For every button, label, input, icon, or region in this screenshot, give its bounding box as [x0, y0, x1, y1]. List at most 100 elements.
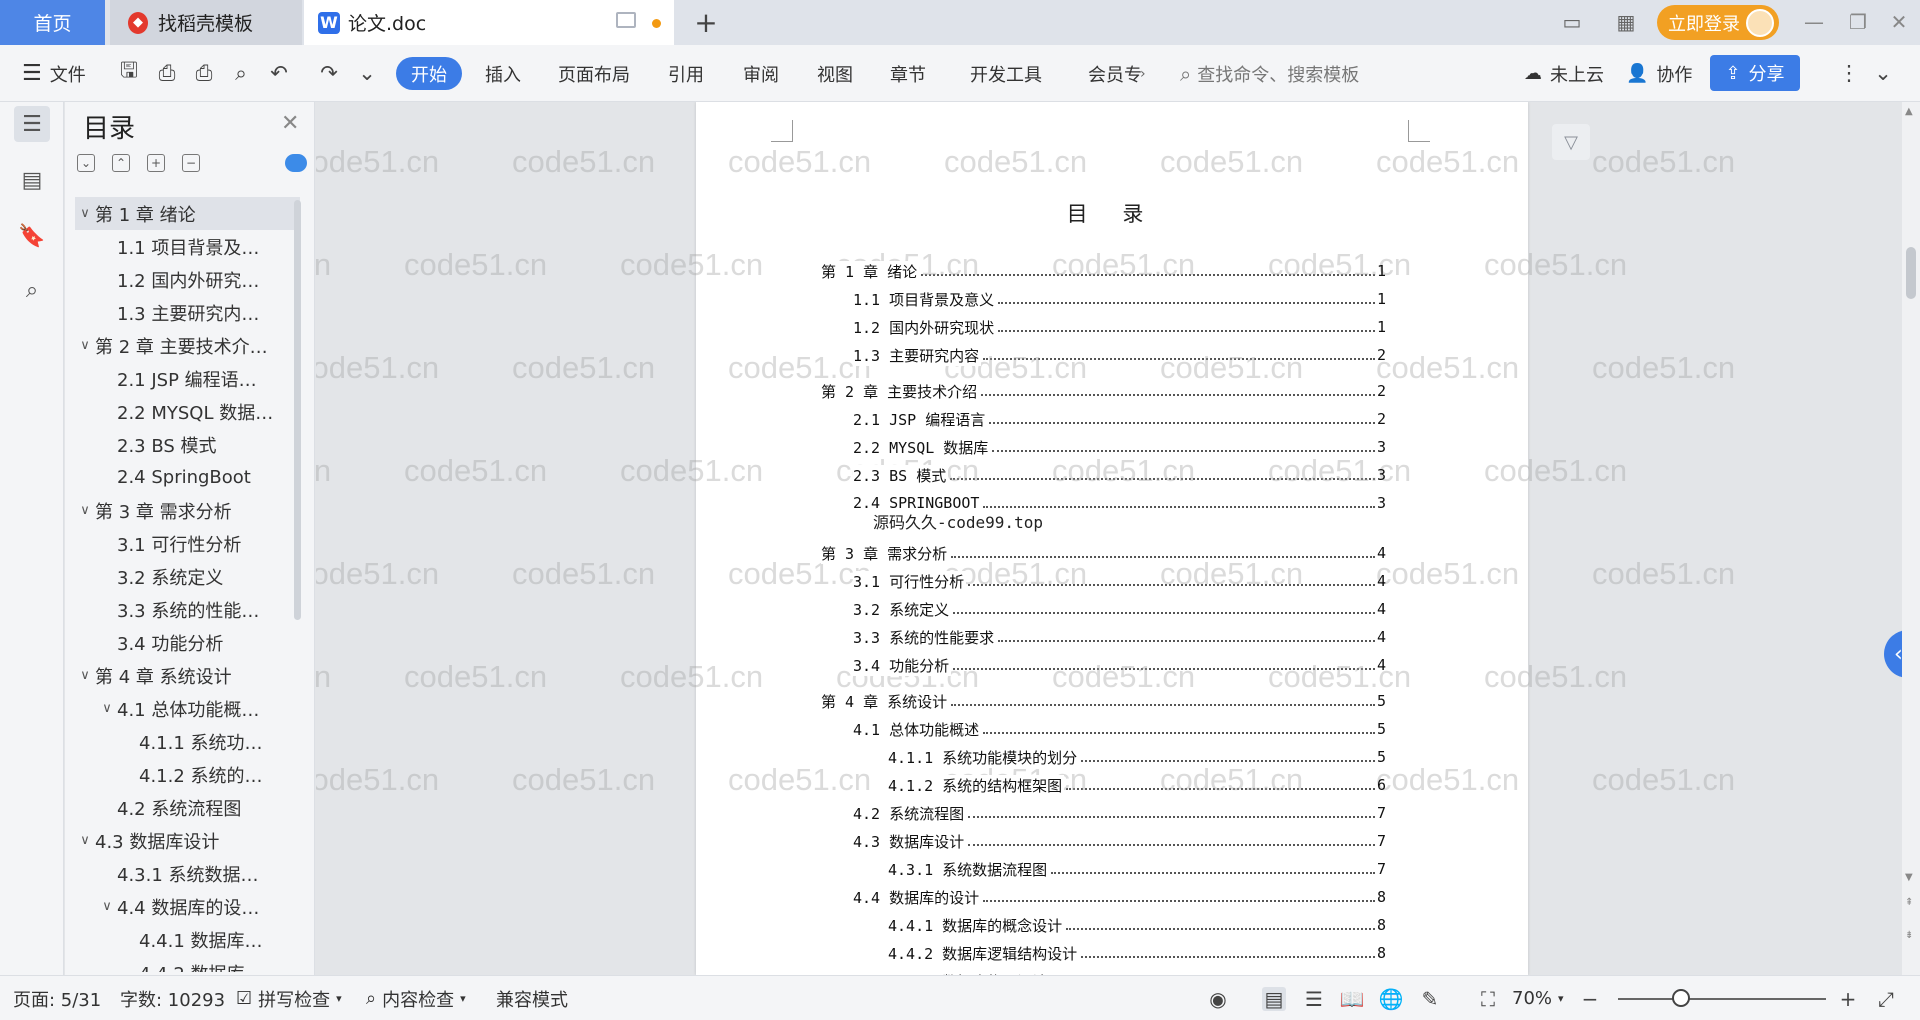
- prev-page-icon[interactable]: ⇞: [1905, 897, 1913, 908]
- toc-panel-item[interactable]: ∨ 4.3 数据库设计: [75, 824, 300, 857]
- chevron-down-icon[interactable]: ∨: [97, 701, 117, 716]
- chevron-down-icon[interactable]: ∨: [75, 338, 95, 353]
- expand-all-icon[interactable]: ⌄: [77, 154, 95, 172]
- apps-grid-icon[interactable]: ▦: [1614, 10, 1638, 34]
- tab-member[interactable]: 会员专: [1088, 45, 1142, 102]
- undo-icon[interactable]: ↶: [266, 60, 292, 86]
- toc-entry[interactable]: 4.3 数据库设计 7: [821, 827, 1386, 855]
- export-pdf-icon[interactable]: ⎙: [154, 60, 180, 86]
- tabs-more-icon[interactable]: ›: [1140, 45, 1146, 102]
- toc-panel-item[interactable]: 4.2 系统流程图: [75, 791, 300, 824]
- new-tab-button[interactable]: +: [690, 0, 722, 45]
- toc-panel-item[interactable]: 2.1 JSP 编程语…: [75, 362, 300, 395]
- fit-page-icon[interactable]: ⛶: [1476, 987, 1500, 1011]
- zoom-level[interactable]: 70% ▾: [1512, 976, 1564, 1020]
- tab-developer[interactable]: 开发工具: [970, 45, 1042, 102]
- restore-icon[interactable]: ❐: [1843, 7, 1873, 37]
- chevron-down-icon[interactable]: ∨: [75, 668, 95, 683]
- toc-entry[interactable]: 3.3 系统的性能要求 4: [821, 623, 1386, 651]
- vertical-scrollbar[interactable]: ▲ ▼ ⇞ ⇟: [1902, 102, 1920, 975]
- toc-entry[interactable]: 第 3 章 需求分析 4: [821, 539, 1386, 567]
- next-page-icon[interactable]: ⇟: [1905, 930, 1913, 941]
- toc-entry[interactable]: 4.4 数据库的设计 8: [821, 883, 1386, 911]
- web-view-icon[interactable]: 🌐: [1379, 987, 1404, 1011]
- toc-entry[interactable]: 1.3 主要研究内容 2: [821, 341, 1386, 369]
- collapse-all-icon[interactable]: ⌃: [112, 154, 130, 172]
- toc-panel-item[interactable]: 2.4 SpringBoot: [75, 461, 300, 494]
- toc-entry[interactable]: 第 1 章 绪论 1: [821, 257, 1386, 285]
- toc-panel-item[interactable]: ∨ 第 3 章 需求分析: [75, 494, 300, 527]
- toc-entry[interactable]: 3.2 系统定义 4: [821, 595, 1386, 623]
- page-indicator[interactable]: 页面: 5/31: [13, 976, 101, 1020]
- toc-entry[interactable]: 第 4 章 系统设计 5: [821, 687, 1386, 715]
- content-check-button[interactable]: ⌕ 内容检查 ▾: [366, 976, 466, 1020]
- save-icon[interactable]: 🖫: [116, 58, 142, 86]
- command-search-input[interactable]: ⌕ 查找命令、搜索模板: [1180, 45, 1359, 102]
- tab-view[interactable]: 视图: [817, 45, 853, 102]
- toc-panel-item[interactable]: 1.2 国内外研究…: [75, 263, 300, 296]
- toc-panel-item[interactable]: 1.3 主要研究内…: [75, 296, 300, 329]
- tab-home[interactable]: 首页: [0, 0, 105, 45]
- toc-panel-item[interactable]: 2.2 MYSQL 数据…: [75, 395, 300, 428]
- toc-entry[interactable]: 2.3 BS 模式 3: [821, 461, 1386, 489]
- page-view-icon[interactable]: ▤: [1262, 987, 1286, 1011]
- more-options-icon[interactable]: ⋮: [1836, 60, 1862, 86]
- toc-panel-item[interactable]: ∨ 4.1 总体功能概…: [75, 692, 300, 725]
- toc-entry[interactable]: 4.1 总体功能概述 5: [821, 715, 1386, 743]
- tab-start[interactable]: 开始: [396, 57, 462, 90]
- chapter-nav-icon[interactable]: ▤: [14, 162, 50, 198]
- toc-panel-item[interactable]: 4.1.1 系统功…: [75, 725, 300, 758]
- outline-icon[interactable]: ☰: [14, 106, 50, 142]
- quick-access-dropdown-icon[interactable]: ⌄: [354, 60, 380, 86]
- toc-entry[interactable]: 4.4.1 数据库的概念设计 8: [821, 911, 1386, 939]
- print-preview-icon[interactable]: ⌕: [228, 60, 254, 86]
- toc-entry[interactable]: 3.4 功能分析 4: [821, 651, 1386, 679]
- eye-protect-icon[interactable]: ◉: [1206, 987, 1230, 1011]
- toc-panel-item[interactable]: ∨ 第 4 章 系统设计: [75, 659, 300, 692]
- chevron-down-icon[interactable]: ∨: [75, 833, 95, 848]
- scroll-up-icon[interactable]: ▲: [1905, 106, 1913, 117]
- toc-panel-item[interactable]: 1.1 项目背景及…: [75, 230, 300, 263]
- toc-panel-item[interactable]: ∨ 第 2 章 主要技术介…: [75, 329, 300, 362]
- toc-scrollbar[interactable]: [294, 200, 301, 620]
- toc-panel-item[interactable]: 3.1 可行性分析: [75, 527, 300, 560]
- pen-icon[interactable]: ✎: [1418, 987, 1442, 1011]
- chevron-down-icon[interactable]: ∨: [75, 206, 95, 221]
- toc-panel-item[interactable]: 4.3.1 系统数据…: [75, 857, 300, 890]
- smart-toc-icon[interactable]: [285, 154, 307, 172]
- chevron-down-icon[interactable]: ∨: [75, 503, 95, 518]
- toc-panel-item[interactable]: 3.2 系统定义: [75, 560, 300, 593]
- toc-entry[interactable]: 4.3.1 系统数据流程图 7: [821, 855, 1386, 883]
- remove-heading-icon[interactable]: −: [182, 154, 200, 172]
- bookmark-icon[interactable]: 🔖: [14, 218, 50, 254]
- minimize-icon[interactable]: —: [1799, 7, 1829, 37]
- scroll-thumb[interactable]: [1906, 247, 1916, 299]
- collapse-ribbon-icon[interactable]: ⌄: [1870, 60, 1896, 86]
- zoom-slider-handle[interactable]: [1672, 989, 1690, 1007]
- fullscreen-icon[interactable]: ⤢: [1874, 987, 1898, 1011]
- toc-entry[interactable]: 4.4.3 数据库物理设计 10: [821, 967, 1386, 975]
- redo-icon[interactable]: ↷: [316, 60, 342, 86]
- toc-entry[interactable]: 4.1.1 系统功能模块的划分 5: [821, 743, 1386, 771]
- toc-panel-item[interactable]: 4.4.1 数据库…: [75, 923, 300, 956]
- close-icon[interactable]: ✕: [281, 111, 299, 136]
- add-heading-icon[interactable]: +: [147, 154, 165, 172]
- monitor-icon[interactable]: [616, 12, 636, 28]
- login-button[interactable]: 立即登录: [1657, 5, 1779, 40]
- toc-panel-item[interactable]: ∨ 4.4 数据库的设…: [75, 890, 300, 923]
- tab-references[interactable]: 引用: [668, 45, 704, 102]
- toc-entry[interactable]: 第 2 章 主要技术介绍 2: [821, 377, 1386, 405]
- toc-panel-item[interactable]: 4.4.2 数据库…: [75, 956, 300, 973]
- toc-entry[interactable]: 2.2 MYSQL 数据库 3: [821, 433, 1386, 461]
- toc-panel-item[interactable]: 3.3 系统的性能…: [75, 593, 300, 626]
- tab-template-store[interactable]: ◆ 找稻壳模板: [110, 0, 302, 45]
- collab-button[interactable]: 👤 协作: [1626, 45, 1692, 102]
- toc-entry[interactable]: 2.1 JSP 编程语言 2: [821, 405, 1386, 433]
- toc-entry[interactable]: 1.1 项目背景及意义 1: [821, 285, 1386, 313]
- zoom-slider[interactable]: [1618, 998, 1826, 1000]
- reading-view-icon[interactable]: 📖: [1340, 987, 1365, 1011]
- zoom-out-icon[interactable]: −: [1578, 987, 1602, 1011]
- toc-entry[interactable]: 4.1.2 系统的结构框架图 6: [821, 771, 1386, 799]
- toc-panel-item[interactable]: 3.4 功能分析: [75, 626, 300, 659]
- close-icon[interactable]: ✕: [1884, 7, 1914, 37]
